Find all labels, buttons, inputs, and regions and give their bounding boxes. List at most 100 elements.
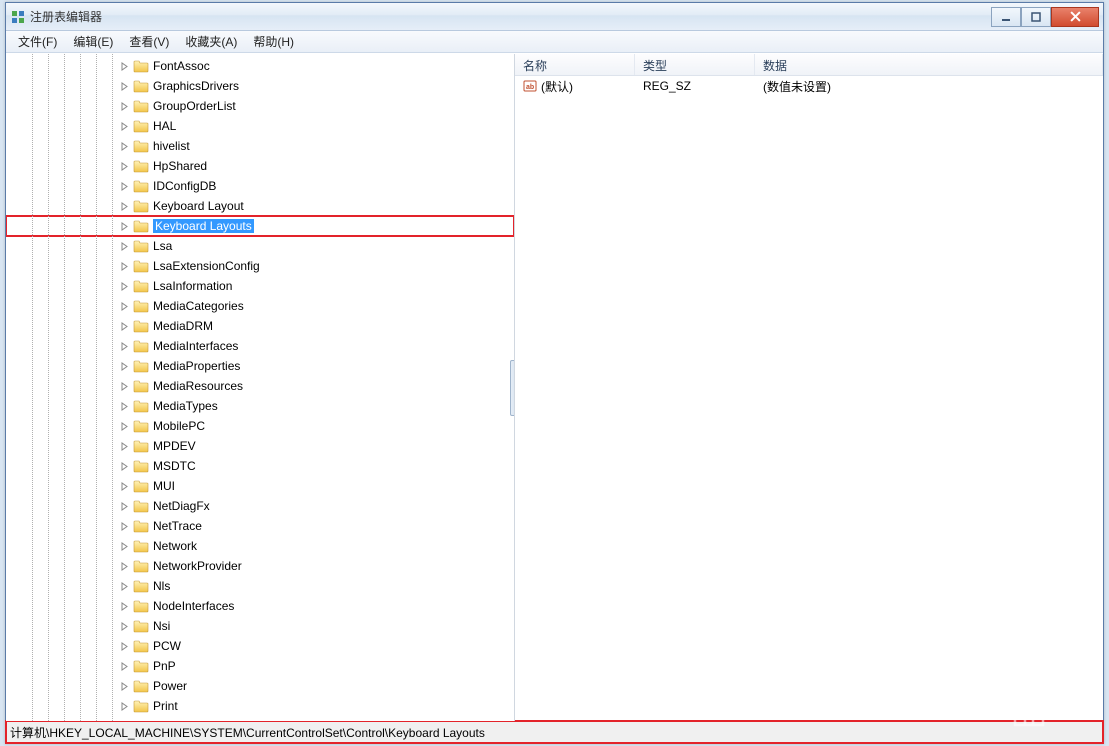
tree-panel[interactable]: FontAssocGraphicsDriversGroupOrderListHA… bbox=[6, 54, 515, 721]
tree-item[interactable]: Network bbox=[6, 536, 514, 556]
titlebar[interactable]: 注册表编辑器 bbox=[6, 3, 1103, 31]
tree-item-label: NodeInterfaces bbox=[153, 599, 234, 613]
splitter-handle[interactable] bbox=[510, 360, 515, 416]
window-title: 注册表编辑器 bbox=[30, 8, 991, 25]
tree-item[interactable]: LsaInformation bbox=[6, 276, 514, 296]
tree-item[interactable]: Keyboard Layouts bbox=[6, 216, 514, 236]
expand-icon[interactable] bbox=[119, 260, 131, 272]
expand-icon[interactable] bbox=[119, 140, 131, 152]
folder-icon bbox=[133, 539, 149, 553]
tree-item[interactable]: hivelist bbox=[6, 136, 514, 156]
folder-icon bbox=[133, 199, 149, 213]
tree-list: FontAssocGraphicsDriversGroupOrderListHA… bbox=[6, 54, 514, 721]
tree-item[interactable]: Print bbox=[6, 696, 514, 716]
tree-item[interactable]: MediaDRM bbox=[6, 316, 514, 336]
folder-icon bbox=[133, 579, 149, 593]
folder-icon bbox=[133, 179, 149, 193]
tree-item[interactable]: MediaProperties bbox=[6, 356, 514, 376]
tree-item[interactable]: Nls bbox=[6, 576, 514, 596]
tree-item[interactable]: Lsa bbox=[6, 236, 514, 256]
maximize-button[interactable] bbox=[1021, 7, 1051, 27]
menu-view[interactable]: 查看(V) bbox=[121, 31, 177, 52]
folder-icon bbox=[133, 159, 149, 173]
tree-item[interactable]: HpShared bbox=[6, 156, 514, 176]
value-row[interactable]: ab(默认)REG_SZ(数值未设置) bbox=[515, 76, 1103, 96]
minimize-button[interactable] bbox=[991, 7, 1021, 27]
tree-item[interactable]: MSDTC bbox=[6, 456, 514, 476]
tree-item[interactable]: NetTrace bbox=[6, 516, 514, 536]
expand-icon[interactable] bbox=[119, 540, 131, 552]
expand-icon[interactable] bbox=[119, 160, 131, 172]
expand-icon[interactable] bbox=[119, 660, 131, 672]
expand-icon[interactable] bbox=[119, 680, 131, 692]
expand-icon[interactable] bbox=[119, 580, 131, 592]
tree-item[interactable]: PnP bbox=[6, 656, 514, 676]
tree-item[interactable]: NetworkProvider bbox=[6, 556, 514, 576]
expand-icon[interactable] bbox=[119, 420, 131, 432]
expand-icon[interactable] bbox=[119, 360, 131, 372]
tree-item[interactable]: PCW bbox=[6, 636, 514, 656]
tree-item[interactable]: Nsi bbox=[6, 616, 514, 636]
tree-item[interactable]: GroupOrderList bbox=[6, 96, 514, 116]
expand-icon[interactable] bbox=[119, 560, 131, 572]
tree-item-label: MediaInterfaces bbox=[153, 339, 238, 353]
expand-icon[interactable] bbox=[119, 400, 131, 412]
tree-item[interactable]: HAL bbox=[6, 116, 514, 136]
tree-item[interactable]: MediaInterfaces bbox=[6, 336, 514, 356]
expand-icon[interactable] bbox=[119, 240, 131, 252]
menu-favorites[interactable]: 收藏夹(A) bbox=[177, 31, 245, 52]
tree-item[interactable]: IDConfigDB bbox=[6, 176, 514, 196]
values-body[interactable]: ab(默认)REG_SZ(数值未设置) bbox=[515, 76, 1103, 721]
tree-item[interactable]: MediaResources bbox=[6, 376, 514, 396]
tree-item[interactable]: MobilePC bbox=[6, 416, 514, 436]
expand-icon[interactable] bbox=[119, 700, 131, 712]
col-type[interactable]: 类型 bbox=[635, 54, 755, 75]
expand-icon[interactable] bbox=[119, 180, 131, 192]
tree-item[interactable]: FontAssoc bbox=[6, 56, 514, 76]
tree-item-label: Print bbox=[153, 699, 178, 713]
expand-icon[interactable] bbox=[119, 100, 131, 112]
content-area: FontAssocGraphicsDriversGroupOrderListHA… bbox=[6, 53, 1103, 721]
col-name[interactable]: 名称 bbox=[515, 54, 635, 75]
tree-item[interactable]: NodeInterfaces bbox=[6, 596, 514, 616]
expand-icon[interactable] bbox=[119, 520, 131, 532]
col-data[interactable]: 数据 bbox=[755, 54, 1103, 75]
expand-icon[interactable] bbox=[119, 440, 131, 452]
tree-item[interactable]: MPDEV bbox=[6, 436, 514, 456]
menu-file[interactable]: 文件(F) bbox=[10, 31, 65, 52]
expand-icon[interactable] bbox=[119, 220, 131, 232]
expand-icon[interactable] bbox=[119, 640, 131, 652]
close-button[interactable] bbox=[1051, 7, 1099, 27]
menubar: 文件(F) 编辑(E) 查看(V) 收藏夹(A) 帮助(H) bbox=[6, 31, 1103, 53]
folder-icon bbox=[133, 599, 149, 613]
menu-help[interactable]: 帮助(H) bbox=[245, 31, 302, 52]
tree-item[interactable]: MediaCategories bbox=[6, 296, 514, 316]
expand-icon[interactable] bbox=[119, 120, 131, 132]
value-name-cell: ab(默认) bbox=[515, 76, 635, 97]
expand-icon[interactable] bbox=[119, 280, 131, 292]
expand-icon[interactable] bbox=[119, 600, 131, 612]
tree-item[interactable]: Power bbox=[6, 676, 514, 696]
expand-icon[interactable] bbox=[119, 80, 131, 92]
menu-edit[interactable]: 编辑(E) bbox=[65, 31, 121, 52]
tree-item[interactable]: MUI bbox=[6, 476, 514, 496]
expand-icon[interactable] bbox=[119, 480, 131, 492]
expand-icon[interactable] bbox=[119, 460, 131, 472]
svg-text:ab: ab bbox=[526, 84, 534, 91]
expand-icon[interactable] bbox=[119, 340, 131, 352]
tree-item[interactable]: MediaTypes bbox=[6, 396, 514, 416]
expand-icon[interactable] bbox=[119, 380, 131, 392]
expand-icon[interactable] bbox=[119, 320, 131, 332]
expand-icon[interactable] bbox=[119, 500, 131, 512]
folder-icon bbox=[133, 619, 149, 633]
window-controls bbox=[991, 7, 1099, 27]
tree-item[interactable]: Keyboard Layout bbox=[6, 196, 514, 216]
tree-item[interactable]: LsaExtensionConfig bbox=[6, 256, 514, 276]
tree-item[interactable]: NetDiagFx bbox=[6, 496, 514, 516]
expand-icon[interactable] bbox=[119, 60, 131, 72]
tree-item[interactable]: GraphicsDrivers bbox=[6, 76, 514, 96]
expand-icon[interactable] bbox=[119, 300, 131, 312]
expand-icon[interactable] bbox=[119, 200, 131, 212]
expand-icon[interactable] bbox=[119, 620, 131, 632]
tree-item-label: Network bbox=[153, 539, 197, 553]
